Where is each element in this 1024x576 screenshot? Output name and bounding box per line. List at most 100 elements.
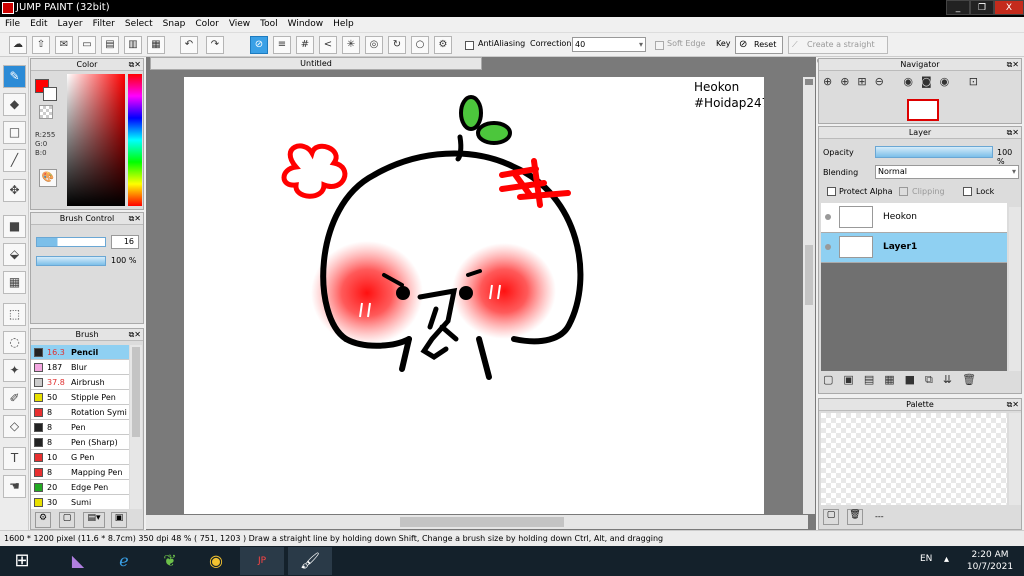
menu-color[interactable]: Color <box>190 17 224 31</box>
menu-edit[interactable]: Edit <box>25 17 52 31</box>
brush-item[interactable]: 50 Stipple Pen <box>31 390 129 405</box>
transparent-swatch[interactable] <box>39 105 53 119</box>
brush-item[interactable]: 30 Sumi <box>31 495 129 509</box>
snap-off-icon[interactable]: ⊘ <box>250 36 268 54</box>
circle-snap-icon[interactable]: ○ <box>411 36 429 54</box>
tray-arrow-icon[interactable]: ▴ <box>944 554 949 565</box>
clock[interactable]: 2:20 AM 10/7/2021 <box>965 549 1015 573</box>
brush-item[interactable]: 8 Mapping Pen <box>31 465 129 480</box>
clipping-checkbox[interactable] <box>899 187 908 196</box>
upload-icon[interactable]: ⇧ <box>32 36 50 54</box>
fill-rectangle-tool-icon[interactable]: ■ <box>3 215 26 238</box>
document-icon[interactable]: ▤ <box>101 36 119 54</box>
curve-snap-icon[interactable]: ↻ <box>388 36 406 54</box>
horizontal-scrollbar[interactable] <box>146 515 808 529</box>
minimize-button[interactable]: _ <box>946 0 970 15</box>
jump-paint-taskbar-icon[interactable]: JP <box>240 547 284 575</box>
redo-icon[interactable]: ↷ <box>206 36 224 54</box>
close-icon[interactable]: ⧉✕ <box>1007 399 1019 410</box>
brush-item[interactable]: 20 Edge Pen <box>31 480 129 495</box>
radial-snap-icon[interactable]: ✳ <box>342 36 360 54</box>
leaf-app-icon[interactable]: ❦ <box>148 547 192 575</box>
close-icon[interactable]: ⧉✕ <box>129 213 141 224</box>
grid-icon[interactable]: ▦ <box>147 36 165 54</box>
visibility-icon[interactable] <box>825 214 831 220</box>
new-layer-8bit-icon[interactable]: ▣ <box>843 373 863 386</box>
menu-tool[interactable]: Tool <box>255 17 282 31</box>
close-icon[interactable]: ⧉✕ <box>1007 59 1019 70</box>
hue-slider[interactable] <box>128 74 142 206</box>
correction-select[interactable]: 40 ▾ <box>572 37 646 52</box>
visual-studio-icon[interactable]: ◣ <box>56 547 100 575</box>
paint-taskbar-icon[interactable]: 🖌 <box>288 547 332 575</box>
brush-item[interactable]: 187 Blur <box>31 360 129 375</box>
menu-help[interactable]: Help <box>328 17 359 31</box>
new-halftone-layer-icon[interactable]: ▦ <box>884 373 904 386</box>
rect-select-tool-icon[interactable]: ⬚ <box>3 303 26 326</box>
brush-opacity-slider[interactable] <box>36 256 106 266</box>
brush-menu-icon[interactable]: ▤▾ <box>83 512 105 528</box>
menu-window[interactable]: Window <box>283 17 329 31</box>
close-icon[interactable]: ⧉✕ <box>1007 127 1019 138</box>
select-eraser-tool-icon[interactable]: ◇ <box>3 415 26 438</box>
brush-props-icon[interactable]: ▣ <box>111 512 127 528</box>
menu-layer[interactable]: Layer <box>53 17 88 31</box>
language-indicator[interactable]: EN <box>920 554 932 564</box>
new-brush-icon[interactable]: ▢ <box>59 512 75 528</box>
concentric-snap-icon[interactable]: ◎ <box>365 36 383 54</box>
close-icon[interactable]: ⧉✕ <box>129 329 141 340</box>
undo-icon[interactable]: ↶ <box>180 36 198 54</box>
new-folder-icon[interactable]: ■ <box>905 373 925 386</box>
start-button[interactable]: ⊞ <box>0 547 44 575</box>
new-layer-icon[interactable]: ▢ <box>823 373 843 386</box>
rectangle-tool-icon[interactable]: □ <box>3 121 26 144</box>
grid-snap-icon[interactable]: # <box>296 36 314 54</box>
text-tool-icon[interactable]: T <box>3 447 26 470</box>
close-button[interactable]: X <box>994 0 1024 15</box>
bucket-tool-icon[interactable]: ⬙ <box>3 243 26 266</box>
cloud-icon[interactable]: ☁ <box>9 36 27 54</box>
layer-scrollbar[interactable] <box>1009 207 1021 371</box>
brush-item[interactable]: 37.8 Airbrush <box>31 375 129 390</box>
brush-size-slider[interactable] <box>36 237 106 247</box>
soft-edge-checkbox[interactable] <box>655 41 664 50</box>
hand-tool-icon[interactable]: ☚ <box>3 475 26 498</box>
palette-scrollbar[interactable] <box>1009 413 1021 505</box>
vertical-scrollbar[interactable] <box>803 77 815 514</box>
antialiasing-checkbox[interactable] <box>465 41 474 50</box>
brush-list-scrollbar[interactable] <box>130 345 142 509</box>
settings-icon[interactable]: ⚙ <box>434 36 452 54</box>
duplicate-layer-icon[interactable]: ⧉ <box>925 373 943 386</box>
chrome-icon[interactable]: ◉ <box>194 547 238 575</box>
saturation-value-picker[interactable] <box>67 74 125 206</box>
brush-item[interactable]: 8 Pen <box>31 420 129 435</box>
visibility-icon[interactable] <box>825 244 831 250</box>
protect-alpha-checkbox[interactable] <box>827 187 836 196</box>
brush-item[interactable]: 8 Pen (Sharp) <box>31 435 129 450</box>
menu-filter[interactable]: Filter <box>88 17 120 31</box>
straight-line-button[interactable]: ⟋Create a straight line <box>788 36 888 65</box>
artboard[interactable]: Heokon #Hoidap247 <box>184 77 769 514</box>
move-tool-icon[interactable]: ✥ <box>3 179 26 202</box>
close-icon[interactable]: ⧉✕ <box>129 59 141 70</box>
palette-icon[interactable]: 🎨 <box>39 169 57 187</box>
layer-row[interactable]: Layer1 <box>821 233 1007 263</box>
internet-explorer-icon[interactable]: ℯ <box>102 547 146 575</box>
brush-settings-icon[interactable]: ⚙ <box>35 512 51 528</box>
parallel-snap-icon[interactable]: ≡ <box>273 36 291 54</box>
blending-select[interactable]: Normal ▾ <box>875 165 1019 179</box>
delete-layer-icon[interactable]: 🗑 <box>962 373 986 386</box>
restore-button[interactable]: ❐ <box>970 0 994 15</box>
navigator-thumbnail[interactable] <box>907 99 939 121</box>
background-color-swatch[interactable] <box>43 87 57 101</box>
page-icon[interactable]: ▥ <box>124 36 142 54</box>
comment-icon[interactable]: ▭ <box>78 36 96 54</box>
layer-row[interactable]: Heokon <box>821 203 1007 233</box>
brush-tool-icon[interactable]: ✎ <box>3 65 26 88</box>
document-tab[interactable]: Untitled <box>150 57 482 70</box>
delete-palette-icon[interactable]: 🗑 <box>847 509 863 525</box>
menu-select[interactable]: Select <box>120 17 158 31</box>
brush-item[interactable]: 10 G Pen <box>31 450 129 465</box>
eraser-tool-icon[interactable]: ◆ <box>3 93 26 116</box>
vanishing-point-icon[interactable]: < <box>319 36 337 54</box>
